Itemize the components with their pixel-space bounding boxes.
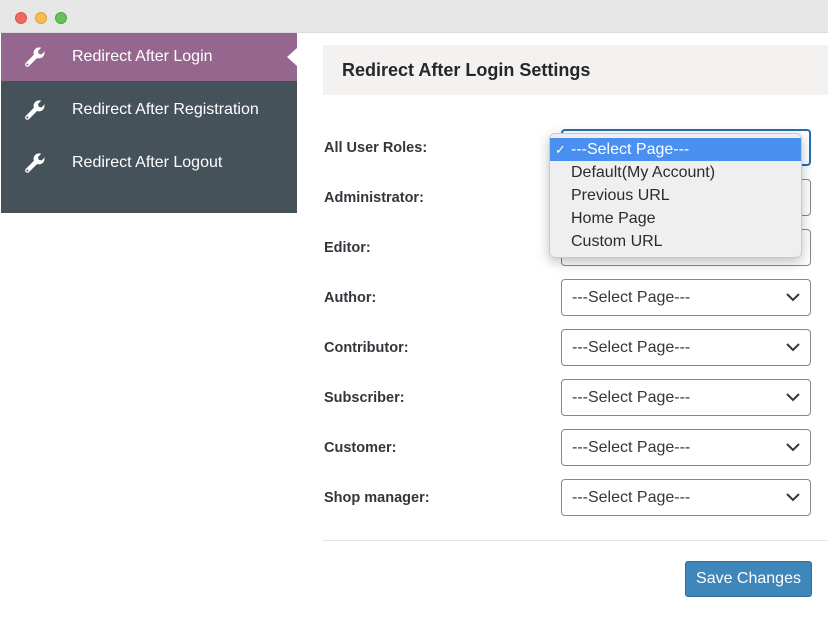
dropdown-option-previous-url[interactable]: Previous URL xyxy=(550,184,801,207)
form-row-author: Author: ---Select Page--- xyxy=(323,279,828,317)
select-value: ---Select Page--- xyxy=(572,489,691,506)
form-row-shop-manager: Shop manager: ---Select Page--- xyxy=(323,479,828,517)
sidebar-item-label: Redirect After Logout xyxy=(72,154,223,171)
sidebar: Redirect After Login Redirect After Regi… xyxy=(1,33,297,213)
shop-manager-select[interactable]: ---Select Page--- xyxy=(561,479,811,516)
option-label: ---Select Page--- xyxy=(571,141,690,158)
wrench-icon xyxy=(23,151,47,175)
sidebar-item-redirect-after-registration[interactable]: Redirect After Registration xyxy=(1,86,297,134)
wrench-icon xyxy=(23,45,47,69)
chevron-down-icon xyxy=(786,393,800,402)
field-label: Subscriber: xyxy=(324,390,405,406)
form-row-subscriber: Subscriber: ---Select Page--- xyxy=(323,379,828,417)
wrench-icon xyxy=(23,98,47,122)
chevron-down-icon xyxy=(786,443,800,452)
dropdown-option-home-page[interactable]: Home Page xyxy=(550,207,801,230)
zoom-window-button[interactable] xyxy=(55,12,67,24)
save-changes-button[interactable]: Save Changes xyxy=(685,561,812,597)
page-title: Redirect After Login Settings xyxy=(342,60,591,80)
divider xyxy=(323,540,828,541)
select-value: ---Select Page--- xyxy=(572,389,691,406)
option-label: Custom URL xyxy=(571,233,663,250)
sidebar-item-redirect-after-logout[interactable]: Redirect After Logout xyxy=(1,139,297,187)
field-label: Author: xyxy=(324,290,377,306)
settings-panel: Redirect After Login Settings All User R… xyxy=(323,33,828,620)
chevron-down-icon xyxy=(786,293,800,302)
form-row-contributor: Contributor: ---Select Page--- xyxy=(323,329,828,367)
author-select[interactable]: ---Select Page--- xyxy=(561,279,811,316)
field-label: Editor: xyxy=(324,240,371,256)
chevron-down-icon xyxy=(786,493,800,502)
sidebar-item-label: Redirect After Login xyxy=(72,48,213,65)
option-label: Default(My Account) xyxy=(571,164,716,181)
field-label: Customer: xyxy=(324,440,397,456)
select-value: ---Select Page--- xyxy=(572,439,691,456)
field-label: Administrator: xyxy=(324,190,424,206)
subscriber-select[interactable]: ---Select Page--- xyxy=(561,379,811,416)
sidebar-item-redirect-after-login[interactable]: Redirect After Login xyxy=(1,33,297,81)
close-window-button[interactable] xyxy=(15,12,27,24)
window-titlebar xyxy=(0,0,828,33)
customer-select[interactable]: ---Select Page--- xyxy=(561,429,811,466)
field-label: All User Roles: xyxy=(324,140,428,156)
dropdown-option-custom-url[interactable]: Custom URL xyxy=(550,230,801,253)
sidebar-item-label: Redirect After Registration xyxy=(72,101,259,118)
select-value: ---Select Page--- xyxy=(572,339,691,356)
dropdown-option-select-page[interactable]: ✓ ---Select Page--- xyxy=(550,138,801,161)
field-label: Contributor: xyxy=(324,340,409,356)
field-label: Shop manager: xyxy=(324,490,430,506)
select-value: ---Select Page--- xyxy=(572,289,691,306)
dropdown-option-default-my-account[interactable]: Default(My Account) xyxy=(550,161,801,184)
contributor-select[interactable]: ---Select Page--- xyxy=(561,329,811,366)
form-row-customer: Customer: ---Select Page--- xyxy=(323,429,828,467)
minimize-window-button[interactable] xyxy=(35,12,47,24)
settings-header: Redirect After Login Settings xyxy=(323,45,828,95)
chevron-down-icon xyxy=(786,343,800,352)
select-dropdown-menu: ✓ ---Select Page--- Default(My Account) … xyxy=(549,133,802,258)
checkmark-icon: ✓ xyxy=(555,142,566,157)
option-label: Previous URL xyxy=(571,187,670,204)
option-label: Home Page xyxy=(571,210,656,227)
